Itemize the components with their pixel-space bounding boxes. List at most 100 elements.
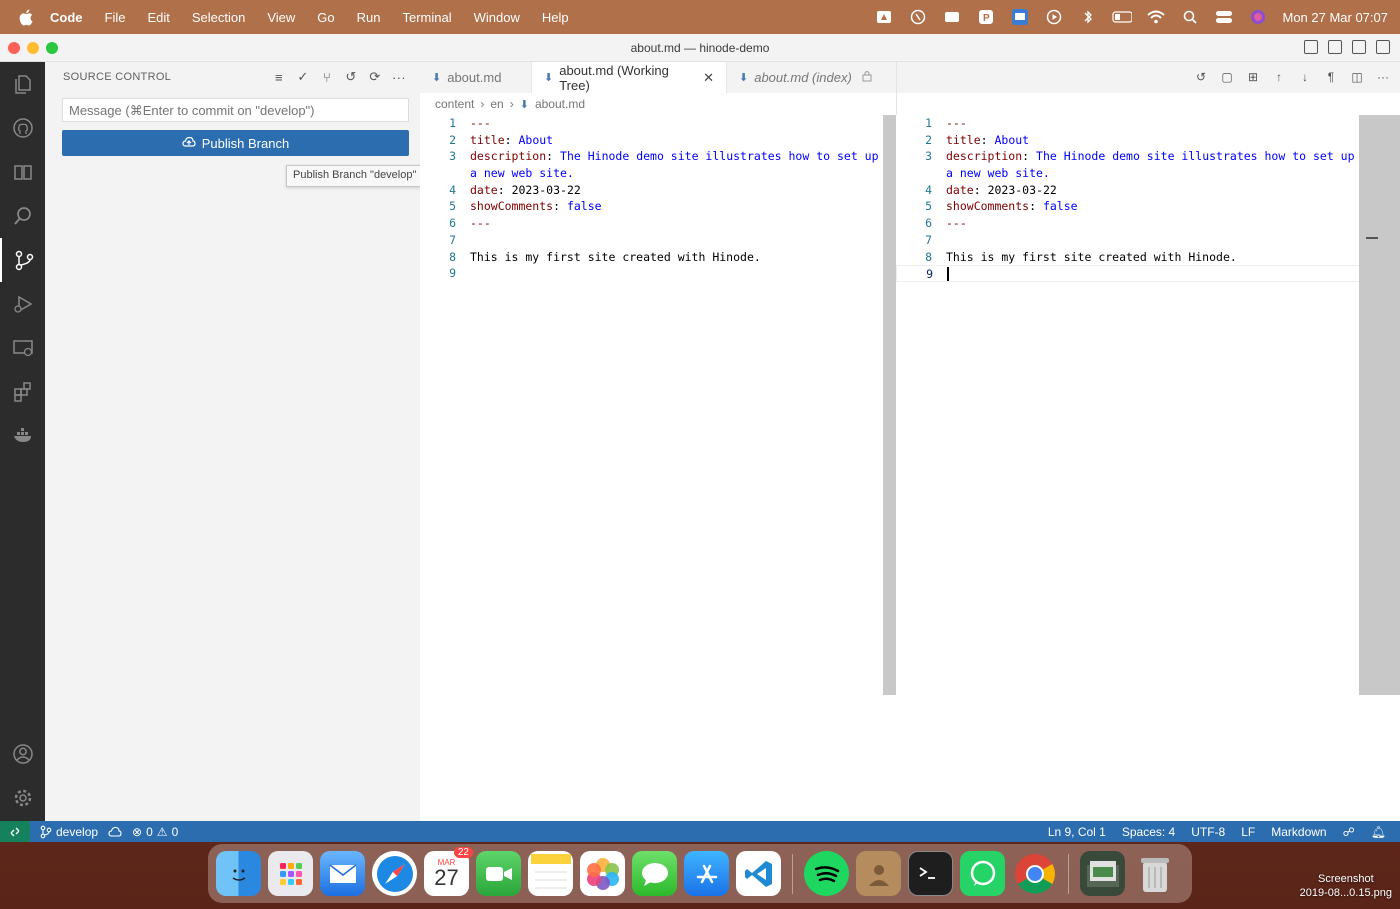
chrome-icon[interactable] — [1012, 851, 1057, 896]
github-icon[interactable] — [0, 106, 45, 150]
menu-extra-icon[interactable] — [942, 8, 962, 26]
app-store-icon[interactable] — [684, 851, 729, 896]
launchpad-icon[interactable] — [268, 851, 313, 896]
mail-icon[interactable] — [320, 851, 365, 896]
menu-file[interactable]: File — [105, 10, 126, 25]
split-editor-icon[interactable]: ◫ — [1350, 70, 1364, 84]
menu-window[interactable]: Window — [474, 10, 520, 25]
open-file-icon[interactable]: ▢ — [1220, 70, 1234, 84]
problems-status[interactable]: ⊗ 0 ⚠ 0 — [132, 825, 178, 839]
notes-icon[interactable] — [528, 851, 573, 896]
vpn-icon[interactable] — [908, 8, 928, 26]
facetime-icon[interactable] — [476, 851, 521, 896]
remote-indicator-icon[interactable] — [0, 821, 30, 842]
minimap-overview-ruler[interactable] — [1359, 115, 1400, 695]
toggle-primary-sidebar-icon[interactable] — [1304, 40, 1318, 54]
feedback-icon[interactable]: ☍ — [1343, 825, 1355, 839]
search-icon[interactable] — [0, 194, 45, 238]
more-actions-icon[interactable]: ··· — [392, 70, 406, 85]
menu-selection[interactable]: Selection — [192, 10, 245, 25]
finder-icon[interactable] — [216, 851, 261, 896]
next-change-icon[interactable]: ↓ — [1298, 70, 1312, 84]
menu-run[interactable]: Run — [357, 10, 381, 25]
drive-icon[interactable] — [874, 8, 894, 26]
refresh-icon[interactable]: ⟳ — [368, 69, 382, 84]
open-timeline-icon[interactable]: ↺ — [1194, 70, 1208, 84]
markdown-file-icon: ⬇ — [739, 72, 749, 84]
encoding[interactable]: UTF-8 — [1191, 825, 1225, 839]
editor-more-actions-icon[interactable]: ··· — [1376, 70, 1390, 84]
remote-desktop-icon[interactable] — [1010, 8, 1030, 26]
calendar-icon[interactable]: MAR 27 22 — [424, 847, 473, 896]
play-icon[interactable] — [1044, 8, 1064, 26]
vscode-icon[interactable] — [736, 851, 781, 896]
view-as-tree-icon[interactable]: ≡ — [272, 70, 286, 85]
diff-overview-ruler[interactable] — [883, 115, 896, 695]
tab-about-md-index[interactable]: ⬇ about.md (index) — [727, 62, 897, 93]
battery-icon[interactable] — [1112, 8, 1133, 26]
commit-check-icon[interactable]: ✓ — [296, 69, 310, 84]
menu-help[interactable]: Help — [542, 10, 569, 25]
cursor-position[interactable]: Ln 9, Col 1 — [1048, 825, 1106, 839]
toggle-whitespace-icon[interactable]: ¶ — [1324, 70, 1338, 84]
menu-edit[interactable]: Edit — [147, 10, 169, 25]
messages-icon[interactable] — [632, 851, 677, 896]
menu-view[interactable]: View — [267, 10, 295, 25]
trash-icon[interactable] — [1132, 851, 1177, 896]
notifications-bell-icon[interactable]: 🔔︎ — [1371, 825, 1386, 839]
run-debug-icon[interactable] — [0, 282, 45, 326]
remote-explorer-icon[interactable] — [0, 326, 45, 370]
apple-icon[interactable] — [16, 7, 36, 27]
manage-gear-icon[interactable] — [0, 776, 45, 820]
siri-icon[interactable] — [1248, 8, 1268, 26]
tab-about-md[interactable]: ⬇ about.md — [420, 62, 532, 93]
diff-modified-pane[interactable]: 1 --- 2 title: About 3 description: The Hin… — [896, 115, 1400, 821]
commit-message-input[interactable] — [62, 98, 409, 122]
svg-text:P: P — [983, 13, 990, 24]
downloads-stack-icon[interactable] — [1080, 851, 1125, 896]
language-mode[interactable]: Markdown — [1271, 825, 1326, 839]
safari-icon[interactable] — [372, 851, 417, 896]
accounts-icon[interactable] — [0, 732, 45, 776]
code-line: 7 — [449, 232, 456, 247]
bluetooth-icon[interactable] — [1078, 8, 1098, 26]
publish-sync-icon[interactable] — [108, 826, 122, 838]
source-control-icon[interactable] — [0, 238, 45, 282]
warning-icon: ⚠ — [156, 824, 168, 839]
stage-changes-icon[interactable]: ⊞ — [1246, 70, 1260, 84]
toggle-panel-icon[interactable] — [1328, 40, 1342, 54]
spotify-icon[interactable] — [804, 851, 849, 896]
breadcrumb-folder-en[interactable]: en — [490, 97, 503, 111]
create-pull-request-icon[interactable]: ⑂ — [320, 70, 334, 85]
history-icon[interactable]: ↺ — [344, 69, 358, 84]
indentation[interactable]: Spaces: 4 — [1122, 825, 1175, 839]
publish-branch-button[interactable]: Publish Branch — [62, 130, 409, 156]
explorer-icon[interactable] — [0, 62, 45, 106]
close-tab-icon[interactable]: ✕ — [703, 70, 714, 86]
extensions-icon[interactable] — [0, 370, 45, 414]
p-app-icon[interactable]: P — [976, 8, 996, 26]
diff-original-pane[interactable]: 1 --- 2 title: About 3 description: The Hin… — [420, 115, 896, 821]
photos-icon[interactable] — [580, 851, 625, 896]
book-icon[interactable] — [0, 150, 45, 194]
menu-terminal[interactable]: Terminal — [403, 10, 452, 25]
control-center-icon[interactable] — [1214, 8, 1234, 26]
customize-layout-icon[interactable] — [1376, 40, 1390, 54]
menubar-clock[interactable]: Mon 27 Mar 07:07 — [1282, 10, 1388, 25]
previous-change-icon[interactable]: ↑ — [1272, 70, 1286, 84]
terminal-icon[interactable] — [908, 851, 953, 896]
branch-status[interactable]: develop — [40, 825, 98, 839]
docker-icon[interactable] — [0, 414, 45, 458]
desktop-file-screenshot[interactable]: Screenshot 2019-08...0.15.png — [1300, 872, 1392, 900]
tab-about-md-working-tree[interactable]: ⬇ about.md (Working Tree) ✕ — [532, 62, 727, 93]
end-of-line[interactable]: LF — [1241, 825, 1255, 839]
whatsapp-icon[interactable] — [960, 851, 1005, 896]
breadcrumb-file[interactable]: about.md — [535, 97, 585, 111]
spotlight-search-icon[interactable] — [1180, 8, 1200, 26]
wifi-icon[interactable] — [1146, 8, 1166, 26]
breadcrumb-folder-content[interactable]: content — [435, 97, 474, 111]
toggle-secondary-sidebar-icon[interactable] — [1352, 40, 1366, 54]
menu-app-name[interactable]: Code — [50, 10, 83, 25]
menu-go[interactable]: Go — [317, 10, 334, 25]
contacts-icon[interactable] — [856, 851, 901, 896]
